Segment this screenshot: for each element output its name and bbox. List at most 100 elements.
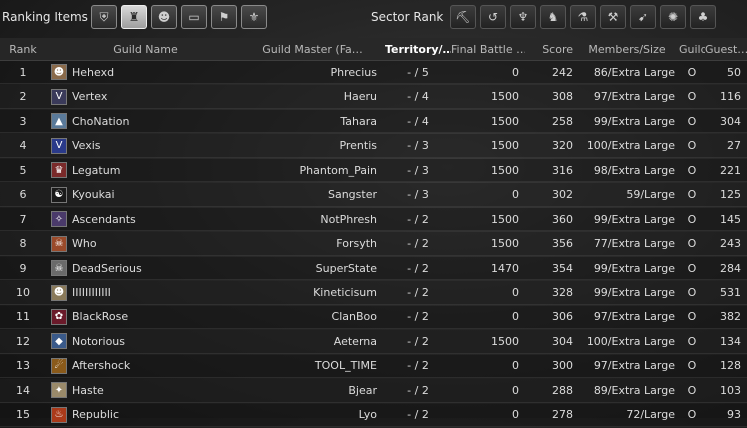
guild-emblem-icon: V: [51, 137, 67, 154]
table-row[interactable]: 14 ✦ Haste Bjear - / 2 0 288 89/Extra Large O 103: [0, 379, 747, 403]
guild-i-cell: O: [687, 90, 697, 104]
guild-i-cell: O: [687, 408, 697, 422]
table-row[interactable]: 3 ▲ ChoNation Tahara - / 4 1500 258 99/Extra La…: [0, 109, 747, 134]
score-cell: 300: [552, 359, 573, 373]
guild-emblem-icon: ✦: [51, 382, 67, 399]
guild-cell[interactable]: ☻ IIIIIIIIIIII: [46, 284, 240, 301]
col-guest[interactable]: Guest…: [705, 43, 747, 56]
col-guild-name[interactable]: Guild Name: [46, 43, 240, 56]
final-battle-cell: 0: [512, 310, 519, 324]
shield-icon[interactable]: ⛨: [91, 5, 117, 29]
territory-cell: - / 2: [407, 310, 429, 324]
guild-cell[interactable]: ✿ BlackRose: [46, 308, 240, 325]
guild-master-cell: Tahara: [340, 114, 377, 128]
horse-icon[interactable]: ♞: [540, 5, 566, 29]
ranking-table: 1 ☻ Hehexd Phrecius - / 5 0 242 86/Extra Large O…: [0, 61, 747, 428]
score-cell: 360: [552, 212, 573, 226]
territory-cell: - / 2: [407, 334, 429, 348]
guest-cell: 243: [720, 237, 741, 251]
guild-cell[interactable]: ☻ Hehexd: [46, 64, 240, 81]
table-row[interactable]: 11 ✿ BlackRose ClanBoo - / 2 0 306 97/Extra Lar…: [0, 305, 747, 330]
members-cell: 97/Extra Large: [593, 359, 675, 373]
table-row[interactable]: 6 ☯ Kyoukai Sangster - / 3 0 302 59/Large O 125: [0, 183, 747, 207]
guest-cell: 145: [720, 212, 741, 226]
rank-cell: 15: [16, 408, 30, 422]
score-cell: 328: [552, 286, 573, 299]
banner-icon[interactable]: ⚑: [211, 5, 237, 29]
col-guild-master[interactable]: Guild Master (Fa…: [240, 43, 385, 56]
guild-master-cell: NotPhresh: [320, 212, 377, 226]
guild-cell[interactable]: ✦ Haste: [46, 382, 240, 399]
table-row[interactable]: 4 V Vexis Prentis - / 3 1500 320 100/Extra Larg…: [0, 134, 747, 158]
pickaxe-icon[interactable]: ⛏: [450, 5, 476, 29]
guest-cell: 93: [727, 408, 741, 422]
crest-icon[interactable]: ⚜: [241, 5, 267, 29]
col-score[interactable]: Score: [525, 43, 579, 56]
rank-cell: 12: [16, 334, 30, 348]
guild-cell[interactable]: ▲ ChoNation: [46, 113, 240, 130]
score-cell: 306: [552, 310, 573, 324]
table-row[interactable]: 8 ☠ Who Forsyth - / 2 1500 356 77/Extra Large O 2…: [0, 232, 747, 256]
col-final-battle[interactable]: Final Battle …: [451, 43, 525, 56]
antler-icon[interactable]: ♆: [510, 5, 536, 29]
guild-cell[interactable]: ✧ Ascendants: [46, 211, 240, 228]
flask-icon[interactable]: ⚗: [570, 5, 596, 29]
ranking-items-icons: ⛨ ♜ ☻ ▭ ⚑ ⚜: [91, 5, 267, 29]
final-battle-cell: 0: [512, 408, 519, 422]
table-row[interactable]: 12 ◆ Notorious Aeterna - / 2 1500 304 100/Extra…: [0, 330, 747, 354]
col-rank[interactable]: Rank: [0, 43, 46, 56]
table-row[interactable]: 15 ♨ Republic Lyo - / 2 0 278 72/Large O 93: [0, 403, 747, 428]
territory-cell: - / 3: [407, 163, 429, 177]
guild-cell[interactable]: ♨ Republic: [46, 406, 240, 423]
guild-emblem-icon: ☠: [51, 235, 67, 252]
final-battle-cell: 1500: [491, 334, 519, 348]
table-row[interactable]: 9 ☠ DeadSerious SuperState - / 2 1470 354 99/Ex…: [0, 256, 747, 281]
table-row[interactable]: 7 ✧ Ascendants NotPhresh - / 2 1500 360 99/Extr…: [0, 207, 747, 232]
members-cell: 99/Extra Large: [593, 114, 675, 128]
guild-i-cell: O: [687, 359, 697, 373]
guild-master-cell: Phrecius: [330, 65, 377, 79]
ranking-items-label: Ranking Items: [2, 10, 88, 24]
guild-cell[interactable]: V Vertex: [46, 88, 240, 105]
arrow-icon[interactable]: ➹: [630, 5, 656, 29]
guild-i-cell: O: [687, 139, 697, 153]
rank-cell: 8: [19, 237, 27, 251]
sprout-icon[interactable]: ♣: [690, 5, 716, 29]
guild-cell[interactable]: ☠ Who: [46, 235, 240, 252]
guild-cell[interactable]: ☠ DeadSerious: [46, 260, 240, 277]
table-row[interactable]: 13 ☄ Aftershock TOOL_TIME - / 2 0 300 97/Extra …: [0, 354, 747, 379]
col-members-size[interactable]: Members/Size: [579, 43, 679, 56]
col-territory[interactable]: Territory/…: [385, 43, 451, 56]
table-row[interactable]: 1 ☻ Hehexd Phrecius - / 5 0 242 86/Extra Large O…: [0, 61, 747, 85]
scroll-icon[interactable]: ▭: [181, 5, 207, 29]
guild-name: Notorious: [72, 334, 126, 348]
table-row[interactable]: 10 ☻ IIIIIIIIIIII Kineticisum - / 2 0 328 99/Ex…: [0, 281, 747, 305]
territory-cell: - / 2: [407, 286, 429, 299]
wheel-icon[interactable]: ✺: [660, 5, 686, 29]
guild-i-cell: O: [687, 212, 697, 226]
guild-cell[interactable]: ☯ Kyoukai: [46, 186, 240, 203]
toolbar: Ranking Items ⛨ ♜ ☻ ▭ ⚑ ⚜ Sector Rank ⛏ ↺ ♆ ♞ ⚗ ⚒ ➹…: [0, 0, 747, 36]
guild-master-cell: Haeru: [343, 90, 377, 104]
guild-emblem-icon: ▲: [51, 113, 67, 130]
guild-cell[interactable]: ◆ Notorious: [46, 333, 240, 350]
guest-cell: 116: [720, 90, 741, 104]
group-icon[interactable]: ☻: [151, 5, 177, 29]
guild-i-cell: O: [687, 310, 697, 324]
fishing-icon[interactable]: ↺: [480, 5, 506, 29]
guild-i-cell: O: [687, 188, 697, 202]
rank-cell: 11: [16, 310, 30, 324]
guild-cell[interactable]: V Vexis: [46, 137, 240, 154]
guild-name: ChoNation: [72, 114, 130, 128]
guild-cell[interactable]: ♛ Legatum: [46, 162, 240, 179]
guild-name: Vertex: [72, 90, 108, 104]
guild-i-cell: O: [687, 114, 697, 128]
table-row[interactable]: 2 V Vertex Haeru - / 4 1500 308 97/Extra Large O…: [0, 85, 747, 109]
col-guild-i[interactable]: Guild I…: [679, 43, 705, 56]
guest-cell: 284: [720, 261, 741, 275]
guild-cell[interactable]: ☄ Aftershock: [46, 357, 240, 374]
guild-master-cell: Phantom_Pain: [299, 163, 377, 177]
hammer-icon[interactable]: ⚒: [600, 5, 626, 29]
table-row[interactable]: 5 ♛ Legatum Phantom_Pain - / 3 1500 316 98/Extr…: [0, 158, 747, 183]
robe-icon[interactable]: ♜: [121, 5, 147, 29]
